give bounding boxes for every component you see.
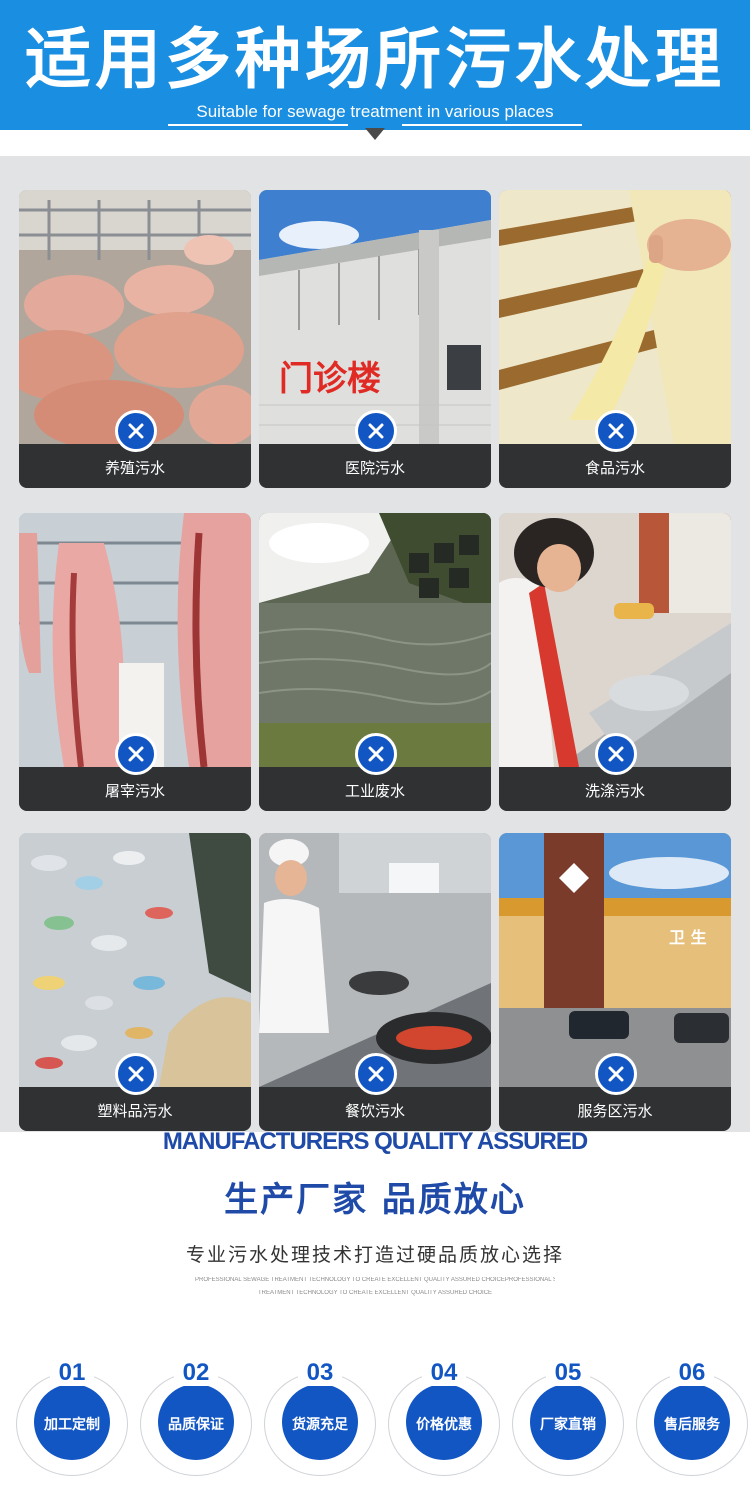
quality-title-en: MANUFACTURERS QUALITY ASSURED xyxy=(162,1128,588,1155)
close-icon xyxy=(355,733,397,775)
feature-number: 06 xyxy=(678,1359,706,1386)
header-title: 适用多种场所污水处理 xyxy=(25,21,725,98)
quality-small-text-1: PROFESSIONAL SEWAGE TREATMENT TECHNOLOGY… xyxy=(195,1277,555,1283)
slaughter-photo xyxy=(19,513,251,767)
header-banner: 适用多种场所污水处理 Suitable for sewage treatment… xyxy=(0,0,750,130)
close-icon xyxy=(355,1053,397,1095)
quality-title-cn: 生产厂家 品质放心 xyxy=(224,1180,526,1220)
feature-number: 03 xyxy=(306,1359,334,1386)
header-subtitle: Suitable for sewage treatment in various… xyxy=(196,102,554,121)
close-icon xyxy=(355,410,397,452)
card-label: 食品污水 xyxy=(584,459,645,477)
card-label: 餐饮污水 xyxy=(344,1102,405,1120)
feature-item: 02 品质保证 xyxy=(140,1358,252,1478)
feature-item: 04 价格优惠 xyxy=(388,1358,500,1478)
service-area-photo: 卫 生 xyxy=(499,833,731,1087)
card-slaughter: 屠宰污水 xyxy=(19,513,251,811)
washing-photo xyxy=(499,513,731,767)
card-hospital: 门诊楼 医院污水 xyxy=(259,190,491,488)
close-icon xyxy=(115,410,157,452)
card-food: 食品污水 xyxy=(499,190,731,488)
feature-item: 01 加工定制 xyxy=(16,1358,128,1478)
card-label: 洗涤污水 xyxy=(584,782,645,800)
card-washing: 洗涤污水 xyxy=(499,513,731,811)
card-label: 塑料品污水 xyxy=(97,1102,173,1120)
feature-label: 加工定制 xyxy=(44,1417,100,1433)
food-photo xyxy=(499,190,731,444)
header-divider-left xyxy=(168,124,348,126)
plastic-photo xyxy=(19,833,251,1087)
quality-description: 专业污水处理技术打造过硬品质放心选择 xyxy=(185,1244,564,1266)
hospital-sign: 门诊楼 xyxy=(279,359,381,399)
card-label: 屠宰污水 xyxy=(104,782,165,800)
feature-label: 价格优惠 xyxy=(416,1417,472,1433)
feature-label: 品质保证 xyxy=(168,1417,224,1433)
quality-small-text-2: TREATMENT TECHNOLOGY TO CREATE EXCELLENT… xyxy=(257,1290,493,1296)
livestock-photo xyxy=(19,190,251,444)
feature-label: 厂家直销 xyxy=(540,1417,596,1433)
header-divider-right xyxy=(402,124,582,126)
card-label: 养殖污水 xyxy=(104,459,165,477)
close-icon xyxy=(595,733,637,775)
card-label: 工业废水 xyxy=(344,782,405,800)
close-icon xyxy=(115,733,157,775)
close-icon xyxy=(595,1053,637,1095)
service-area-sign: 卫 生 xyxy=(669,928,707,947)
feature-item: 03 货源充足 xyxy=(264,1358,376,1478)
feature-number: 02 xyxy=(182,1359,210,1386)
feature-label: 货源充足 xyxy=(292,1417,348,1433)
card-livestock: 养殖污水 xyxy=(19,190,251,488)
industrial-photo xyxy=(259,513,491,767)
feature-number: 04 xyxy=(430,1359,458,1386)
feature-number: 05 xyxy=(554,1359,582,1386)
hospital-photo: 门诊楼 xyxy=(259,190,491,444)
close-icon xyxy=(595,410,637,452)
feature-item: 06 售后服务 xyxy=(636,1358,748,1478)
feature-number: 01 xyxy=(58,1359,86,1386)
catering-photo xyxy=(259,833,491,1087)
close-icon xyxy=(115,1053,157,1095)
card-label: 服务区污水 xyxy=(577,1102,653,1120)
card-label: 医院污水 xyxy=(344,459,405,477)
card-industrial: 工业废水 xyxy=(259,513,491,811)
feature-item: 05 厂家直销 xyxy=(512,1358,624,1478)
card-catering: 餐饮污水 xyxy=(259,833,491,1131)
card-service-area: 卫 生 服务区污水 xyxy=(499,833,731,1131)
card-plastic: 塑料品污水 xyxy=(19,833,251,1131)
feature-label: 售后服务 xyxy=(664,1417,720,1433)
down-arrow-icon xyxy=(365,128,385,140)
